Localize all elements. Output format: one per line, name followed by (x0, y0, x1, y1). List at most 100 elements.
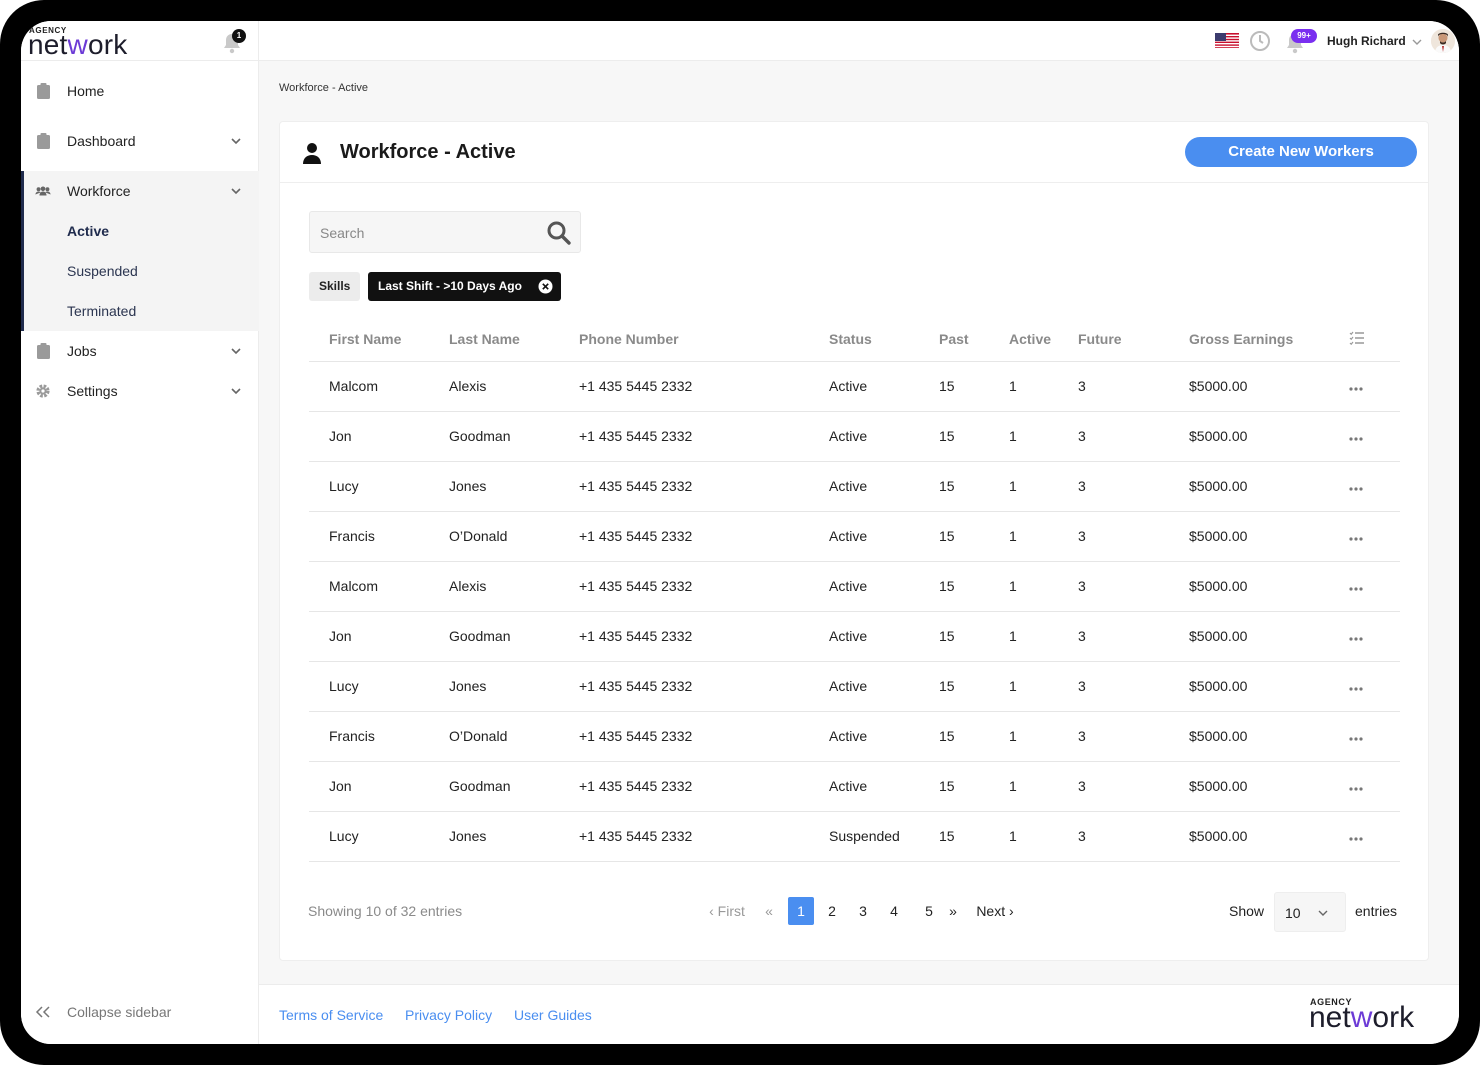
cell-status: Active (829, 711, 939, 762)
column-list-icon (1349, 331, 1364, 345)
table-body: Malcom Alexis +1 435 5445 2332 Active 15 1 3 $5… (309, 361, 1400, 862)
column-header-first-name[interactable]: First Name (309, 318, 449, 362)
row-actions-button[interactable] (1349, 411, 1400, 462)
cell-status: Active (829, 511, 939, 562)
table-row[interactable]: Lucy Jones +1 435 5445 2332 Active 15 1 3 $5000… (309, 461, 1400, 512)
chevron-down-icon[interactable] (1411, 36, 1423, 48)
footer-brand-logo: AGENCY network (1309, 997, 1449, 1034)
table-row[interactable]: Jon Goodman +1 435 5445 2332 Active 15 1 3 $500… (309, 411, 1400, 462)
workers-table: First Name Last Name Phone Number Status… (309, 318, 1400, 862)
show-label: Show (1229, 903, 1265, 919)
sidebar-item-settings[interactable]: Settings (21, 366, 259, 416)
sidebar-divider (21, 60, 259, 61)
cell-phone-number: +1 435 5445 2332 (579, 561, 829, 612)
cell-first-name: Jon (309, 611, 449, 662)
cell-future: 3 (1078, 761, 1189, 812)
pagination-next-arrow[interactable]: » (946, 897, 960, 925)
showing-entries-text: Showing 10 of 32 entries (308, 903, 463, 919)
cell-phone-number: +1 435 5445 2332 (579, 661, 829, 712)
cell-future: 3 (1078, 711, 1189, 762)
pagination-prev[interactable]: « (763, 897, 775, 925)
cell-first-name: Lucy (309, 811, 449, 862)
row-actions-button[interactable] (1349, 511, 1400, 562)
column-header-past[interactable]: Past (939, 318, 1009, 362)
sidebar-notifications-button[interactable]: 1 (221, 29, 246, 55)
cell-active: 1 (1009, 711, 1078, 762)
table-row[interactable]: Lucy Jones +1 435 5445 2332 Active 15 1 3 $5000… (309, 661, 1400, 712)
pagination-page-4[interactable]: 4 (887, 897, 901, 925)
pagination-page-3[interactable]: 3 (856, 897, 870, 925)
cell-past: 15 (939, 411, 1009, 462)
cell-future: 3 (1078, 661, 1189, 712)
page-size-select[interactable]: 10 (1274, 892, 1346, 932)
users-icon (35, 183, 51, 199)
user-guides-link[interactable]: User Guides (514, 1007, 592, 1023)
sidebar-item-dashboard[interactable]: Dashboard (21, 116, 259, 166)
row-actions-button[interactable] (1349, 611, 1400, 662)
clipboard-icon (35, 133, 51, 149)
pagination-page-5[interactable]: 5 (922, 897, 936, 925)
sidebar-item-workforce[interactable]: Workforce (21, 166, 259, 216)
row-actions-button[interactable] (1349, 361, 1400, 412)
user-avatar[interactable] (1431, 29, 1455, 53)
cell-status: Active (829, 611, 939, 662)
column-header-phone-number[interactable]: Phone Number (579, 318, 829, 362)
cell-gross-earnings: $5000.00 (1189, 761, 1349, 812)
more-horizontal-icon (1349, 587, 1363, 591)
cell-past: 15 (939, 811, 1009, 862)
notifications-button[interactable]: 99+ (1284, 29, 1317, 55)
device-frame: AGENCY network 1 Home Dashboard Workforc… (0, 0, 1480, 1065)
table-row[interactable]: Francis O’Donald +1 435 5445 2332 Active 15 1… (309, 711, 1400, 762)
table-row[interactable]: Jon Goodman +1 435 5445 2332 Active 15 1 3 $500… (309, 761, 1400, 812)
column-header-active[interactable]: Active (1009, 318, 1078, 362)
cell-last-name: O’Donald (449, 511, 579, 562)
sidebar-item-home[interactable]: Home (21, 66, 259, 116)
collapse-sidebar-button[interactable]: Collapse sidebar (35, 1004, 171, 1020)
row-actions-button[interactable] (1349, 811, 1400, 862)
pagination-page-1[interactable]: 1 (788, 897, 814, 925)
sidebar-subitem-active[interactable]: Active (67, 223, 109, 239)
us-flag-icon[interactable] (1215, 33, 1239, 48)
terms-of-service-link[interactable]: Terms of Service (279, 1007, 383, 1023)
row-actions-button[interactable] (1349, 461, 1400, 512)
column-header-gross-earnings[interactable]: Gross Earnings (1189, 318, 1349, 362)
row-actions-button[interactable] (1349, 661, 1400, 712)
table-row[interactable]: Lucy Jones +1 435 5445 2332 Suspended 15 1 3 $5… (309, 811, 1400, 862)
column-header-future[interactable]: Future (1078, 318, 1189, 362)
cell-gross-earnings: $5000.00 (1189, 561, 1349, 612)
cell-last-name: Jones (449, 461, 579, 512)
table-row[interactable]: Jon Goodman +1 435 5445 2332 Active 15 1 3 $500… (309, 611, 1400, 662)
cell-gross-earnings: $5000.00 (1189, 811, 1349, 862)
cell-active: 1 (1009, 561, 1078, 612)
column-header-status[interactable]: Status (829, 318, 939, 362)
table-row[interactable]: Malcom Alexis +1 435 5445 2332 Active 15 1 3 $5… (309, 561, 1400, 612)
column-settings-button[interactable] (1349, 318, 1400, 362)
row-actions-button[interactable] (1349, 561, 1400, 612)
active-filter-chip[interactable]: Last Shift - >10 Days Ago (368, 272, 561, 301)
top-bar: 99+ Hugh Richard (259, 21, 1459, 61)
create-new-workers-button[interactable]: Create New Workers (1185, 137, 1417, 167)
pagination-first[interactable]: ‹ First (705, 897, 749, 925)
cell-active: 1 (1009, 811, 1078, 862)
column-header-last-name[interactable]: Last Name (449, 318, 579, 362)
skills-filter-chip[interactable]: Skills (309, 272, 361, 301)
search-icon[interactable] (546, 220, 572, 246)
cell-future: 3 (1078, 461, 1189, 512)
table-row[interactable]: Francis O’Donald +1 435 5445 2332 Active 15 1… (309, 511, 1400, 562)
search-input[interactable] (320, 223, 530, 243)
breadcrumb: Workforce - Active (279, 82, 369, 94)
row-actions-button[interactable] (1349, 711, 1400, 762)
pagination-next[interactable]: Next › (971, 897, 1019, 925)
user-name[interactable]: Hugh Richard (1327, 34, 1406, 48)
pagination-page-2[interactable]: 2 (825, 897, 839, 925)
entries-label: entries (1355, 903, 1398, 919)
sidebar-subitem-suspended[interactable]: Suspended (67, 263, 138, 279)
sidebar-subitem-terminated[interactable]: Terminated (67, 303, 136, 319)
clock-icon[interactable] (1249, 30, 1271, 52)
clipboard-icon (35, 343, 51, 359)
table-row[interactable]: Malcom Alexis +1 435 5445 2332 Active 15 1 3 $5… (309, 361, 1400, 412)
row-actions-button[interactable] (1349, 761, 1400, 812)
privacy-policy-link[interactable]: Privacy Policy (405, 1007, 492, 1023)
cell-gross-earnings: $5000.00 (1189, 661, 1349, 712)
remove-filter-icon[interactable] (538, 279, 553, 294)
